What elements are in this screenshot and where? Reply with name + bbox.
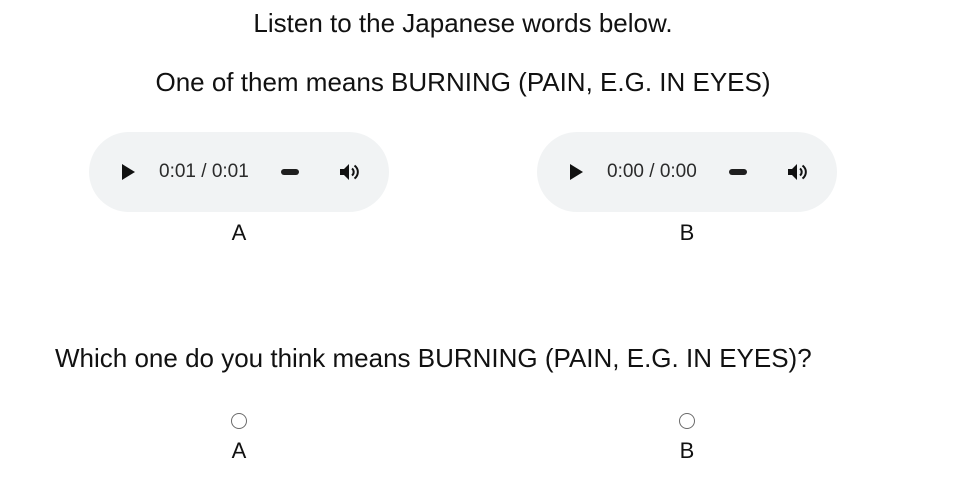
play-icon bbox=[570, 164, 583, 180]
prompt-text: One of them means BURNING (PAIN, E.G. IN… bbox=[155, 67, 771, 97]
mute-button-a[interactable] bbox=[336, 159, 362, 185]
audio-time-a: 0:01 / 0:01 bbox=[159, 161, 249, 182]
play-icon bbox=[122, 164, 135, 180]
question-text: Which one do you think means BURNING (PA… bbox=[55, 343, 812, 373]
radio-option-b[interactable] bbox=[679, 413, 695, 429]
volume-icon bbox=[340, 164, 359, 180]
mute-button-b[interactable] bbox=[784, 159, 810, 185]
audio-label-b: B bbox=[679, 220, 695, 245]
audio-label-a: A bbox=[231, 220, 247, 245]
radio-label-a[interactable]: A bbox=[219, 439, 259, 463]
progress-slider-b[interactable] bbox=[729, 169, 747, 175]
audio-player-b[interactable]: 0:00 / 0:00 bbox=[537, 132, 837, 212]
audio-time-b: 0:00 / 0:00 bbox=[607, 161, 697, 182]
progress-slider-a[interactable] bbox=[281, 169, 299, 175]
radio-option-a[interactable] bbox=[231, 413, 247, 429]
volume-icon bbox=[788, 164, 807, 180]
intro-text: Listen to the Japanese words below. bbox=[253, 8, 673, 38]
audio-player-a[interactable]: 0:01 / 0:01 bbox=[89, 132, 389, 212]
radio-label-b[interactable]: B bbox=[667, 439, 707, 463]
play-button-a[interactable] bbox=[115, 159, 141, 185]
play-button-b[interactable] bbox=[563, 159, 589, 185]
